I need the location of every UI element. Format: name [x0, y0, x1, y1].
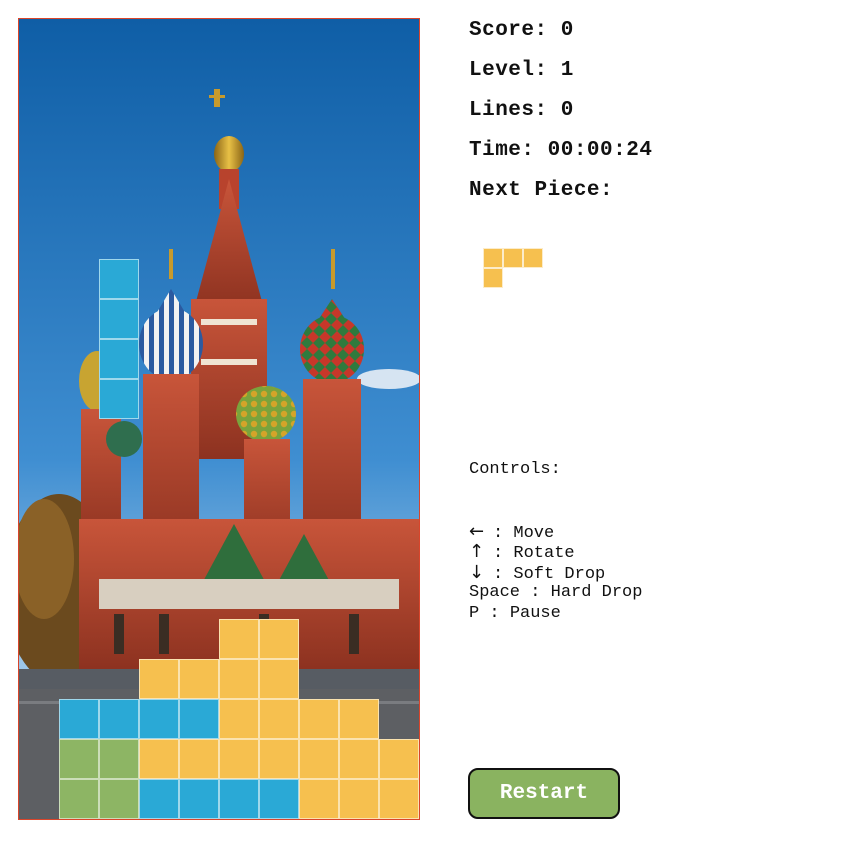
locked-block — [99, 739, 139, 779]
locked-block — [259, 779, 299, 819]
locked-block — [99, 699, 139, 739]
level-label: Level: — [469, 59, 548, 82]
locked-block — [139, 699, 179, 739]
locked-block — [59, 779, 99, 819]
restart-button[interactable]: Restart — [468, 768, 620, 819]
control-row: ↑: Rotate — [469, 541, 642, 563]
next-piece-block — [523, 248, 543, 268]
locked-block — [179, 739, 219, 779]
next-piece-block — [503, 248, 523, 268]
up-arrow-icon: ↑ — [469, 541, 485, 562]
time-value: 00:00:24 — [547, 139, 653, 162]
locked-block — [219, 619, 259, 659]
locked-block — [259, 739, 299, 779]
locked-block — [339, 699, 379, 739]
time-label: Time: — [469, 139, 535, 162]
control-separator: : — [493, 523, 514, 543]
score-label: Score: — [469, 19, 548, 42]
left-arrow-icon: ← — [469, 520, 485, 542]
control-action: Move — [513, 523, 555, 543]
control-action: Pause — [509, 603, 561, 623]
locked-block — [219, 779, 259, 819]
control-separator: : — [479, 603, 510, 623]
locked-block — [299, 779, 339, 819]
locked-block — [139, 779, 179, 819]
falling-piece-block — [99, 299, 139, 339]
locked-block — [299, 739, 339, 779]
next-piece-preview — [483, 248, 563, 308]
controls-title: Controls: — [469, 460, 561, 479]
locked-block — [299, 699, 339, 739]
locked-block — [259, 699, 299, 739]
control-row: ↓: Soft Drop — [469, 561, 642, 584]
lines-label: Lines: — [469, 99, 548, 122]
locked-block — [179, 699, 219, 739]
locked-block — [59, 699, 99, 739]
lines-display: Lines: 0 — [469, 94, 849, 134]
locked-block — [59, 739, 99, 779]
control-action: Soft Drop — [513, 564, 606, 584]
control-key: Space — [469, 583, 521, 602]
locked-block — [339, 779, 379, 819]
down-arrow-icon: ↓ — [469, 561, 485, 583]
locked-block — [179, 659, 219, 699]
score-value: 0 — [560, 19, 574, 42]
locked-block — [139, 659, 179, 699]
falling-piece-block — [99, 339, 139, 379]
control-row: P : Pause — [469, 604, 642, 625]
locked-block — [219, 699, 259, 739]
locked-block — [179, 779, 219, 819]
locked-block — [339, 739, 379, 779]
tetris-app: Score: 0 Level: 1 Lines: 0 Time: 00:00:2… — [0, 0, 864, 846]
locked-block — [379, 739, 419, 779]
control-separator: : — [493, 544, 514, 563]
locked-block — [259, 659, 299, 699]
next-piece-block — [483, 268, 503, 288]
locked-block — [139, 739, 179, 779]
next-piece-heading: Next Piece: — [469, 179, 614, 202]
score-display: Score: 0 — [469, 14, 849, 54]
control-action: Rotate — [513, 544, 575, 563]
game-board[interactable] — [18, 18, 420, 820]
locked-block — [219, 659, 259, 699]
stats-panel: Score: 0 Level: 1 Lines: 0 Time: 00:00:2… — [469, 14, 849, 214]
control-separator: : — [493, 564, 514, 584]
control-key: P — [469, 603, 480, 623]
locked-block — [99, 779, 139, 819]
locked-block — [259, 619, 299, 659]
control-action: Hard Drop — [550, 583, 643, 602]
falling-piece-block — [99, 379, 139, 419]
falling-piece-block — [99, 259, 139, 299]
control-separator: : — [520, 583, 551, 602]
controls-help: Controls: ←: Move ↑: Rotate ↓: Soft Drop Sp… — [469, 419, 642, 624]
time-display: Time: 00:00:24 — [469, 134, 849, 174]
level-display: Level: 1 — [469, 54, 849, 94]
locked-block — [379, 779, 419, 819]
level-value: 1 — [560, 59, 574, 82]
next-piece-block — [483, 248, 503, 268]
control-row: ←: Move — [469, 520, 642, 543]
lines-value: 0 — [560, 99, 574, 122]
locked-block — [219, 739, 259, 779]
control-row: Space : Hard Drop — [469, 583, 642, 604]
